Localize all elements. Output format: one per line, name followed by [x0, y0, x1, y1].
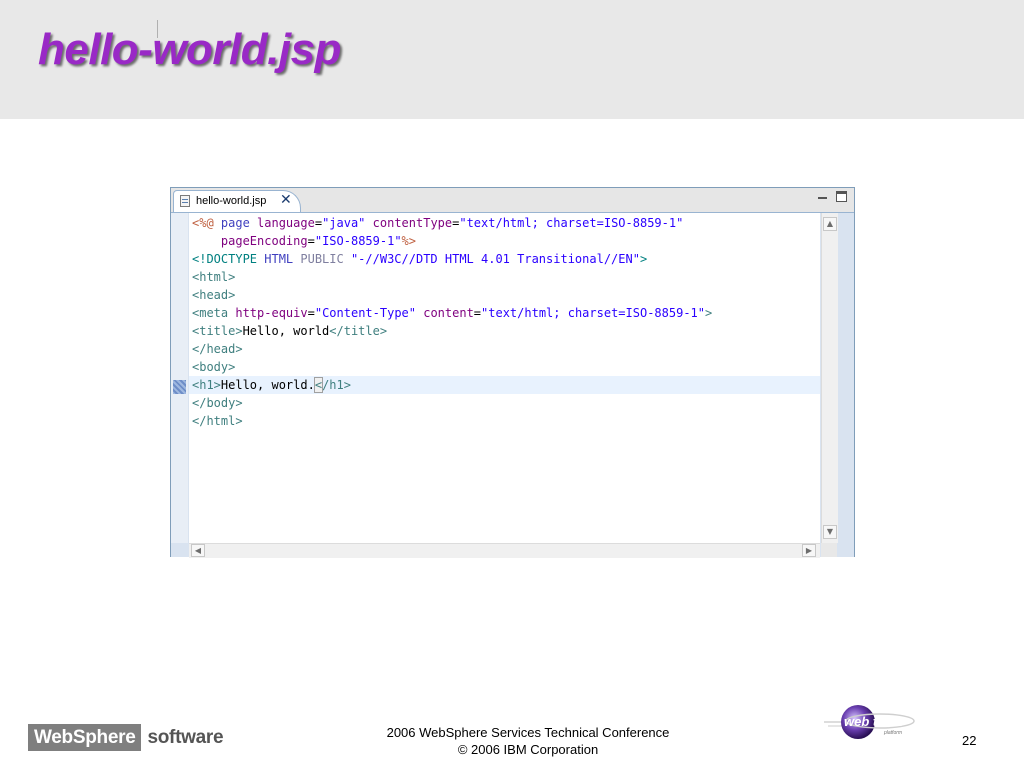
code-token: <head> — [192, 288, 236, 302]
code-line: <body> — [192, 358, 820, 376]
close-icon[interactable]: ✕ — [280, 193, 292, 207]
code-line: </html> — [192, 412, 820, 430]
editor-tab-hello-world[interactable]: hello-world.jsp ✕ — [173, 190, 301, 212]
code-token: /h1> — [322, 378, 351, 392]
code-token: "Content-Type" — [314, 306, 424, 320]
code-token: language — [257, 216, 315, 230]
code-token: "text/html; charset=ISO-8859-1" — [459, 216, 684, 230]
editor-tab-label: hello-world.jsp — [196, 195, 267, 207]
copyright-line: © 2006 IBM Corporation — [457, 742, 599, 757]
code-token: <meta — [192, 306, 236, 320]
webtools-logo-icon: web tools platform — [824, 705, 915, 739]
code-line: </body> — [192, 394, 820, 412]
code-line-current: <h1>Hello, world.</h1> — [189, 376, 820, 394]
code-area: <%@ page language="java" contentType="te… — [171, 213, 854, 558]
code-token: <!DOCTYPE — [192, 252, 265, 266]
code-token: contentType — [372, 216, 453, 230]
code-token: "java" — [322, 216, 373, 230]
code-token: <%@ — [192, 216, 221, 230]
code-token: <h1> — [192, 378, 221, 392]
webtools-logo-word: web tools — [844, 714, 904, 729]
code-token: PUBLIC — [300, 252, 351, 266]
editor-tab-bar: hello-world.jsp ✕ — [171, 188, 854, 213]
code-token: "-//W3C//DTD HTML 4.01 Transitional//EN" — [350, 252, 640, 266]
code-token: <title> — [192, 324, 243, 338]
webtools-logo-sub: platform — [883, 730, 902, 736]
code-token: Hello, world. — [220, 378, 315, 392]
code-token: Hello, world — [242, 324, 330, 338]
code-token: %> — [401, 234, 416, 248]
code-token: http-equiv — [235, 306, 308, 320]
conference-line: 2006 WebSphere Services Technical Confer… — [386, 725, 670, 740]
code-line: <title>Hello, world</title> — [192, 322, 820, 340]
vertical-scrollbar[interactable]: ▲ ▼ — [821, 213, 838, 543]
code-token: HTML — [264, 252, 301, 266]
software-logo-text: software — [147, 727, 224, 748]
jsp-editor-window: hello-world.jsp ✕ <%@ page language="jav… — [170, 187, 855, 558]
slide-title: hello-world.jsp — [38, 25, 341, 74]
code-token: <body> — [192, 360, 236, 374]
code-token: = — [307, 234, 315, 248]
scroll-down-arrow-icon[interactable]: ▼ — [823, 525, 837, 539]
websphere-software-logo: WebSphere software — [28, 724, 224, 751]
scroll-left-arrow-icon[interactable]: ◀ — [191, 544, 205, 557]
code-token: </body> — [192, 396, 243, 410]
overview-ruler — [171, 213, 188, 543]
code-line: <meta http-equiv="Content-Type" content=… — [192, 304, 820, 322]
code-line: </head> — [192, 340, 820, 358]
footer-conference-info: 2006 WebSphere Services Technical Confer… — [300, 724, 756, 758]
code-token: > — [705, 306, 713, 320]
page-number: 22 — [962, 733, 977, 748]
code-line: <html> — [192, 268, 820, 286]
text-cursor-token: < — [313, 377, 324, 393]
code-token: = — [314, 216, 323, 230]
code-line: <%@ page language="java" contentType="te… — [192, 214, 820, 232]
code-token: </title> — [329, 324, 388, 338]
jsp-file-icon — [180, 195, 190, 207]
code-token: </head> — [192, 342, 243, 356]
code-line: <head> — [192, 286, 820, 304]
source-text-area[interactable]: <%@ page language="java" contentType="te… — [189, 213, 820, 543]
code-token: </html> — [192, 414, 243, 428]
minimize-icon[interactable] — [817, 193, 828, 204]
code-token: > — [639, 252, 648, 266]
scroll-right-arrow-icon[interactable]: ▶ — [802, 544, 816, 557]
code-token: content — [423, 306, 474, 320]
code-token: pageEncoding — [220, 234, 308, 248]
code-token: = — [473, 306, 482, 320]
websphere-logo-box: WebSphere — [28, 724, 142, 751]
code-token: <html> — [192, 270, 236, 284]
code-token: = — [307, 306, 315, 320]
code-token: "ISO-8859-1" — [314, 234, 402, 248]
code-token: page — [220, 216, 258, 230]
scroll-up-arrow-icon[interactable]: ▲ — [823, 217, 837, 231]
current-line-marker — [173, 380, 186, 394]
code-token: "text/html; charset=ISO-8859-1" — [481, 306, 705, 320]
maximize-icon[interactable] — [836, 191, 847, 202]
scrollbar-corner — [821, 543, 837, 557]
horizontal-scrollbar[interactable]: ◀ ▶ — [189, 543, 820, 558]
code-line: <!DOCTYPE HTML PUBLIC "-//W3C//DTD HTML … — [192, 250, 820, 268]
code-line: pageEncoding="ISO-8859-1"%> — [192, 232, 820, 250]
